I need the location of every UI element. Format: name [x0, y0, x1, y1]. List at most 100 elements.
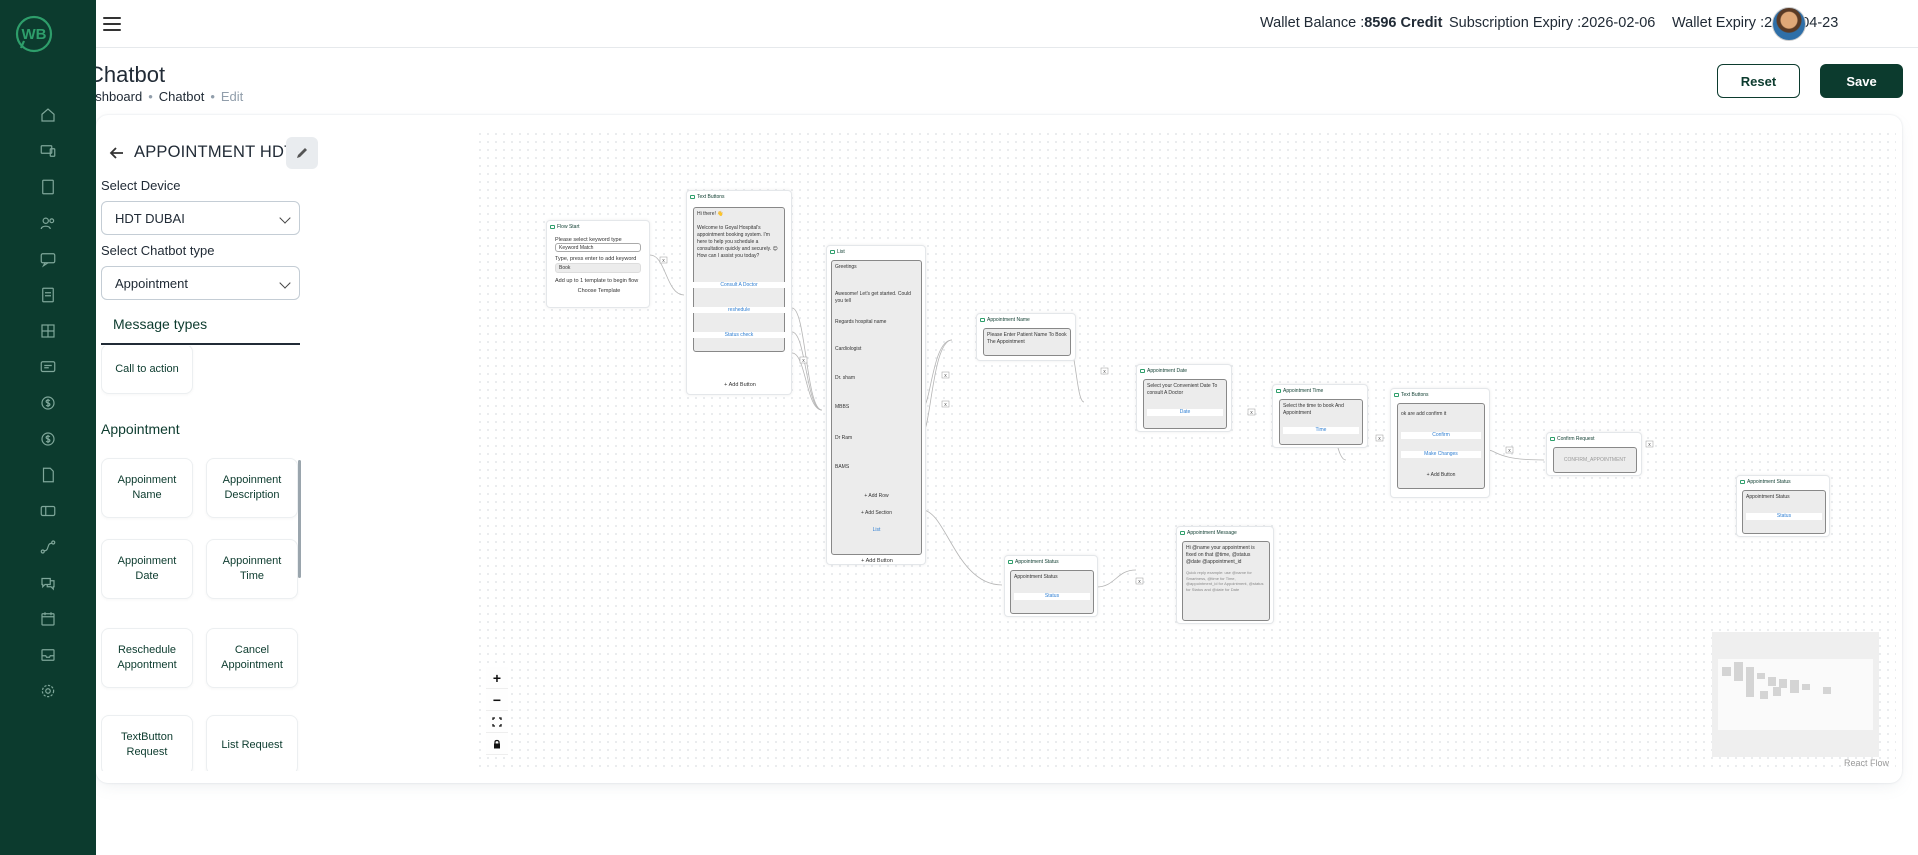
pencil-icon [297, 148, 307, 158]
node-title: Appointment Name [980, 317, 1030, 323]
appointment-message-note: Quick reply example: use @name for Smart… [1186, 570, 1264, 592]
breadcrumb-chatbot[interactable]: Chatbot [159, 89, 205, 104]
pdf-icon[interactable] [36, 463, 60, 487]
breadcrumb-dashboard[interactable]: ashboard [88, 89, 142, 104]
flow-icon[interactable] [36, 535, 60, 559]
add-button[interactable]: + Add Button [827, 558, 927, 564]
list-greeting: Greetings [835, 264, 857, 270]
node-confirm-request[interactable]: Confirm Request CONFIRM_APPOINTMENT [1546, 432, 1642, 476]
add-section-button[interactable]: + Add Section [835, 510, 918, 517]
inbox-icon[interactable] [36, 643, 60, 667]
edit-name-button[interactable] [286, 137, 318, 169]
appointment-message-text: Hi @name your appointment is fixed on th… [1186, 545, 1255, 565]
text-buttons-body: Hi there! 👋 Welcome to Goyal Hospital's … [693, 207, 785, 352]
chat-list-icon[interactable] [36, 355, 60, 379]
confirm-request-body: CONFIRM_APPOINTMENT [1553, 447, 1637, 473]
appointment-status-text: Appointment Status [1014, 574, 1058, 580]
message-types-tab[interactable]: Message types [101, 316, 300, 345]
save-button[interactable]: Save [1820, 64, 1903, 98]
node-appointment-status[interactable]: Appointment Status Appointment Status St… [1004, 555, 1098, 617]
palette-call-to-action[interactable]: Call to action [101, 346, 193, 394]
devices-icon[interactable] [36, 139, 60, 163]
settings-icon[interactable] [36, 679, 60, 703]
chatbot-type-select[interactable]: Appointment [101, 266, 300, 300]
chatbot-type-value: Appointment [115, 276, 188, 291]
dollar-icon[interactable] [36, 391, 60, 415]
whatsapp-logo-icon[interactable]: WB [14, 14, 54, 54]
users-icon[interactable] [36, 211, 60, 235]
node-title: Appointment Status [1740, 479, 1791, 485]
payment-icon[interactable] [36, 427, 60, 451]
home-icon[interactable] [36, 103, 60, 127]
minimap[interactable] [1712, 632, 1879, 757]
time-button[interactable]: Time [1283, 427, 1359, 434]
flow-canvas[interactable]: x x x x x x x x x x Flow Start Please se… [476, 130, 1896, 770]
zoom-in-icon[interactable]: + [486, 667, 508, 689]
node-appointment-time[interactable]: Appointment Time Select the time to book… [1272, 384, 1368, 448]
wallet-balance-label: Wallet Balance : [1260, 15, 1365, 31]
fit-view-icon[interactable] [486, 711, 508, 733]
message-icon[interactable] [36, 247, 60, 271]
node-text-buttons-2[interactable]: Text Buttons ok are add confirm it Confi… [1390, 388, 1490, 498]
palette-list-request[interactable]: List Request [206, 715, 298, 771]
choose-template-button[interactable]: Choose Template [547, 288, 651, 294]
node-text-buttons[interactable]: Text Buttons Hi there! 👋 Welcome to Goya… [686, 190, 792, 395]
palette-appointment-date[interactable]: Appoinment Date [101, 539, 193, 599]
node-appointment-date[interactable]: Appointment Date Select your Convenient … [1136, 364, 1232, 432]
menu-toggle-icon[interactable] [100, 12, 124, 36]
react-flow-attribution[interactable]: React Flow [1844, 758, 1889, 768]
node-title: Appointment Time [1276, 388, 1323, 394]
add-button[interactable]: + Add Button [1401, 472, 1481, 479]
chevron-down-icon [279, 277, 291, 289]
palette-textbutton-request[interactable]: TextButton Request [101, 715, 193, 771]
node-title: Appointment Status [1008, 559, 1059, 565]
calendar-icon[interactable] [36, 607, 60, 631]
document-icon[interactable] [36, 283, 60, 307]
keyword-type-select[interactable]: Keyword Match [555, 243, 641, 252]
avatar[interactable] [1772, 7, 1806, 41]
list-body-text: Awesome! Let's get started. Could you te… [835, 291, 911, 304]
device-select[interactable]: HDT DUBAI [101, 201, 300, 235]
palette-appointment-time[interactable]: Appoinment Time [206, 539, 298, 599]
node-flow-start[interactable]: Flow Start Please select keyword type Ke… [546, 220, 650, 308]
list-button[interactable]: List [835, 527, 918, 534]
palette-appointment-name[interactable]: Appoinment Name [101, 458, 193, 518]
palette-scrollbar[interactable] [298, 460, 301, 578]
status-button[interactable]: Status [1746, 513, 1822, 520]
node-title: Appointment Message [1180, 530, 1237, 536]
button-make-changes[interactable]: Make Changes [1401, 451, 1481, 458]
select-chatbot-type-label: Select Chatbot type [101, 243, 215, 258]
svg-text:WB: WB [22, 26, 47, 43]
palette-appointment-description[interactable]: Appoinment Description [206, 458, 298, 518]
button-status-check[interactable]: Status check [693, 332, 785, 338]
node-list[interactable]: List Greetings Awesome! Let's get starte… [826, 245, 926, 565]
device-select-value: HDT DUBAI [115, 211, 185, 226]
lock-icon[interactable] [486, 733, 508, 755]
node-appointment-message[interactable]: Appointment Message Hi @name your appoin… [1176, 526, 1274, 624]
button-consult-doctor[interactable]: Consult A Doctor [693, 282, 785, 288]
back-arrow-icon[interactable] [107, 143, 127, 163]
chatbot-icon[interactable] [36, 571, 60, 595]
appointment-time-body: Select the time to book And Appointment … [1279, 399, 1363, 445]
add-row-button[interactable]: + Add Row [835, 493, 918, 500]
book-icon[interactable] [36, 175, 60, 199]
subscription-expiry: Subscription Expiry :2026-02-06 [1449, 15, 1656, 31]
node-title: Appointment Date [1140, 368, 1187, 374]
node-appointment-status-right[interactable]: Appointment Status Appointment Status St… [1736, 475, 1830, 537]
appointment-status-body: Appointment Status Status [1010, 570, 1094, 614]
text-buttons-2-message: ok are add confirm it [1401, 411, 1447, 417]
button-reshedule[interactable]: reshedule [693, 307, 785, 313]
status-button[interactable]: Status [1014, 593, 1090, 600]
zoom-out-icon[interactable]: − [486, 689, 508, 711]
canvas-controls: + − [486, 667, 508, 755]
grid-icon[interactable] [36, 319, 60, 343]
palette-cancel[interactable]: Cancel Appointment [206, 628, 298, 688]
button-confirm[interactable]: Confirm [1401, 432, 1481, 439]
ticket-icon[interactable] [36, 499, 60, 523]
keyword-input[interactable]: Book [555, 263, 641, 273]
date-button[interactable]: Date [1147, 409, 1223, 416]
node-appointment-name[interactable]: Appointment Name Please Enter Patient Na… [976, 313, 1076, 361]
palette-reschedule[interactable]: Reschedule Appontment [101, 628, 193, 688]
reset-button[interactable]: Reset [1717, 64, 1800, 98]
add-button[interactable]: + Add Button [687, 382, 793, 388]
